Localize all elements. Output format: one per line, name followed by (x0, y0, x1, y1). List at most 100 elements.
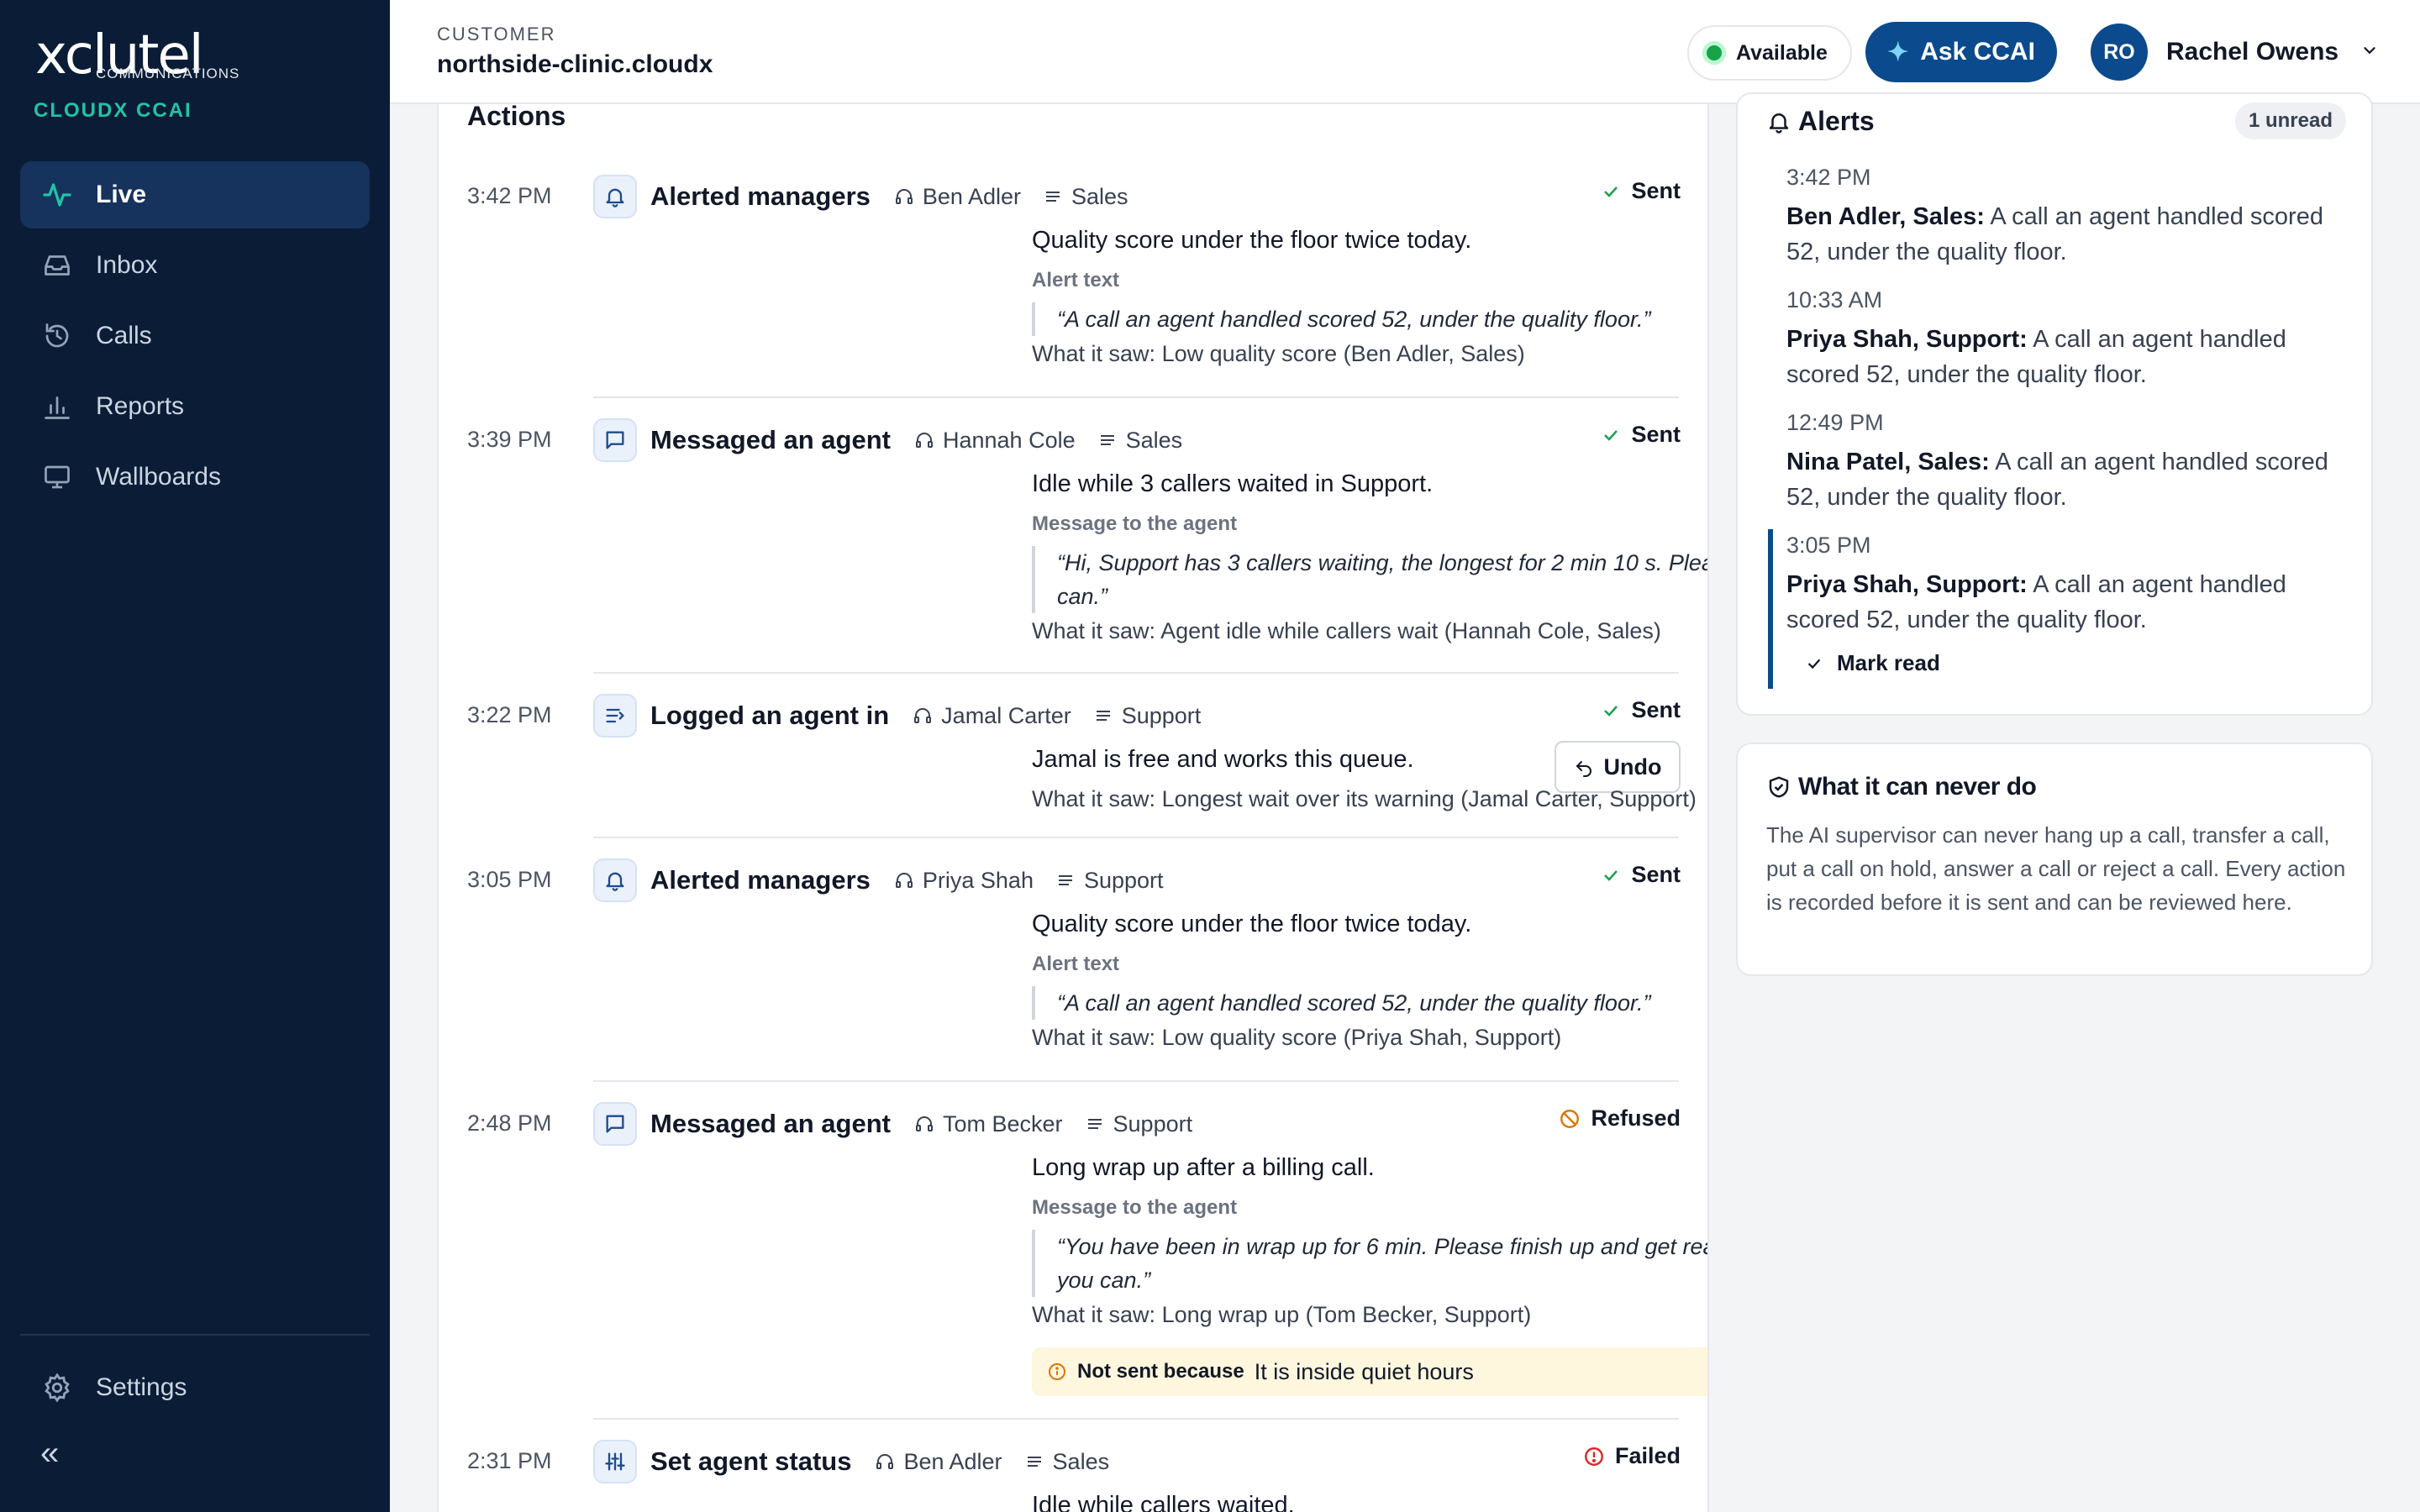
agent-name: Ben Adler (903, 1448, 1002, 1474)
status-label: Failed (1614, 1443, 1681, 1468)
nav-item-inbox[interactable]: Inbox (20, 232, 370, 299)
collapse-sidebar-button[interactable]: « (40, 1435, 59, 1473)
agent-name: Tom Becker (942, 1110, 1063, 1137)
actions-title: Actions (467, 104, 566, 131)
agent-tag[interactable]: Tom Becker (914, 1111, 1063, 1137)
divider (593, 672, 1679, 674)
agent-tag[interactable]: Priya Shah (894, 868, 1034, 894)
check-icon (1604, 705, 1618, 717)
quote-text: “A call an agent handled scored 52, unde… (1032, 986, 1707, 1020)
message-block: Message to the agent “Hi, Support has 3 … (1032, 512, 1707, 644)
agent-tag[interactable]: Ben Adler (875, 1449, 1002, 1475)
nav-item-wallboards[interactable]: Wallboards (20, 444, 370, 511)
never-do-text: The AI supervisor can never hang up a ca… (1766, 822, 2346, 915)
alerts-panel: Alerts 1 unread 3:42 PM Ben Adler, Sales… (1736, 92, 2373, 716)
alert-item[interactable]: 3:42 PM Ben Adler, Sales: A call an agen… (1786, 165, 2341, 270)
settings-section: Settings (20, 1354, 370, 1425)
divider (593, 1418, 1679, 1420)
alert-item[interactable]: 12:49 PM Nina Patel, Sales: A call an ag… (1786, 410, 2341, 515)
ask-ccai-button[interactable]: ✦ Ask CCAI (1865, 22, 2057, 82)
nav-item-settings[interactable]: Settings (20, 1354, 370, 1421)
nav-item-calls[interactable]: Calls (20, 302, 370, 370)
queue-tag[interactable]: Support (1093, 703, 1201, 729)
headset-icon (876, 1454, 894, 1469)
nav-label-settings: Settings (96, 1373, 187, 1401)
alert-text-block: Alert text “A call an agent handled scor… (1032, 953, 1707, 1051)
nav-item-reports[interactable]: Reports (20, 373, 370, 440)
sidebar: xclutel COMMUNICATIONS CLOUDX CCAI Live … (0, 0, 390, 1512)
queue-name: Sales (1071, 183, 1128, 209)
list-icon (1087, 1119, 1102, 1129)
alert-text: Priya Shah, Support: A call an agent han… (1786, 571, 2286, 633)
check-icon (1604, 429, 1618, 441)
actions-card: Actions 3:42 PM Alerted managers Ben Adl… (437, 104, 1709, 1512)
status-label: Sent (1631, 697, 1681, 722)
avatar: RO (2091, 24, 2148, 81)
brand-logo[interactable]: xclutel COMMUNICATIONS (35, 29, 271, 87)
queue-tag[interactable]: Sales (1024, 1449, 1109, 1475)
block-label: Alert text (1032, 269, 1120, 291)
bell-icon (1769, 113, 1789, 134)
action-time: 2:48 PM (467, 1110, 552, 1136)
action-header: Set agent status Ben Adler Sales (593, 1440, 1131, 1483)
alert-item[interactable]: 10:33 AM Priya Shah, Support: A call an … (1786, 287, 2341, 392)
user-menu[interactable]: RO Rachel Owens (2091, 22, 2379, 82)
shield-check-icon (1769, 776, 1789, 798)
queue-tag[interactable]: Sales (1097, 427, 1183, 454)
alert-text: Nina Patel, Sales: A call an agent handl… (1786, 449, 2328, 511)
nav-label-live: Live (96, 181, 147, 208)
action-description: Long wrap up after a billing call. (1032, 1154, 1375, 1181)
block-label: Message to the agent (1032, 512, 1238, 535)
list-icon (1100, 435, 1114, 445)
agent-tag[interactable]: Ben Adler (894, 184, 1021, 210)
action-time: 2:31 PM (467, 1448, 552, 1473)
status-dot-icon (1702, 41, 1726, 65)
action-title: Logged an agent in (650, 701, 890, 730)
alert-item-unread[interactable]: 3:05 PM Priya Shah, Support: A call an a… (1786, 533, 2341, 638)
queue-tag[interactable]: Support (1085, 1110, 1193, 1137)
alert-time: 3:05 PM (1786, 533, 1871, 558)
gear-icon (40, 1371, 74, 1404)
what-it-saw: What it saw: Agent idle while callers wa… (1032, 618, 1661, 643)
nav-label-inbox: Inbox (96, 251, 158, 279)
product-name: CLOUDX CCAI (34, 99, 192, 122)
nav-label-reports: Reports (96, 392, 185, 420)
alert-text: Ben Adler, Sales: A call an agent handle… (1786, 203, 2323, 265)
undo-label: Undo (1603, 753, 1662, 780)
bar-chart-icon (40, 390, 74, 423)
status-label: Refused (1591, 1105, 1681, 1131)
headset-icon (915, 1116, 933, 1131)
divider (593, 1080, 1679, 1082)
undo-button[interactable]: Undo (1555, 741, 1681, 793)
mark-read-button[interactable]: Mark read (1805, 650, 1940, 676)
list-icon (1096, 711, 1110, 721)
status-badge: Refused (1559, 1105, 1681, 1131)
action-description: Jamal is free and works this queue. (1032, 746, 1414, 773)
queue-name: Support (1113, 1110, 1193, 1137)
chevron-down-icon (2360, 38, 2379, 66)
action-time: 3:39 PM (467, 427, 552, 452)
check-icon (1807, 659, 1821, 669)
monitor-icon (40, 460, 74, 494)
action-time: 3:42 PM (467, 183, 552, 208)
status-label: Sent (1631, 862, 1681, 887)
alert-time: 10:33 AM (1786, 287, 1883, 312)
action-title: Set agent status (650, 1446, 852, 1476)
queue-tag[interactable]: Support (1055, 868, 1164, 894)
sliders-icon (593, 1440, 637, 1483)
action-header: Alerted managers Ben Adler Sales (593, 175, 1150, 218)
agent-name: Jamal Carter (941, 702, 1071, 728)
unread-badge: 1 unread (2234, 102, 2346, 139)
availability-toggle[interactable]: Available (1687, 25, 1852, 81)
action-header: Messaged an agent Hannah Cole Sales (593, 418, 1204, 462)
nav-item-live[interactable]: Live (20, 161, 370, 228)
quote-text: “A call an agent handled scored 52, unde… (1032, 302, 1707, 336)
agent-tag[interactable]: Jamal Carter (913, 703, 1071, 729)
status-badge: Sent (1601, 697, 1681, 723)
queue-tag[interactable]: Sales (1043, 184, 1128, 210)
action-time: 3:05 PM (467, 867, 552, 892)
queue-name: Sales (1125, 427, 1183, 453)
what-it-saw: What it saw: Long wrap up (Tom Becker, S… (1032, 1302, 1532, 1327)
action-time: 3:22 PM (467, 702, 552, 727)
agent-tag[interactable]: Hannah Cole (914, 428, 1076, 454)
